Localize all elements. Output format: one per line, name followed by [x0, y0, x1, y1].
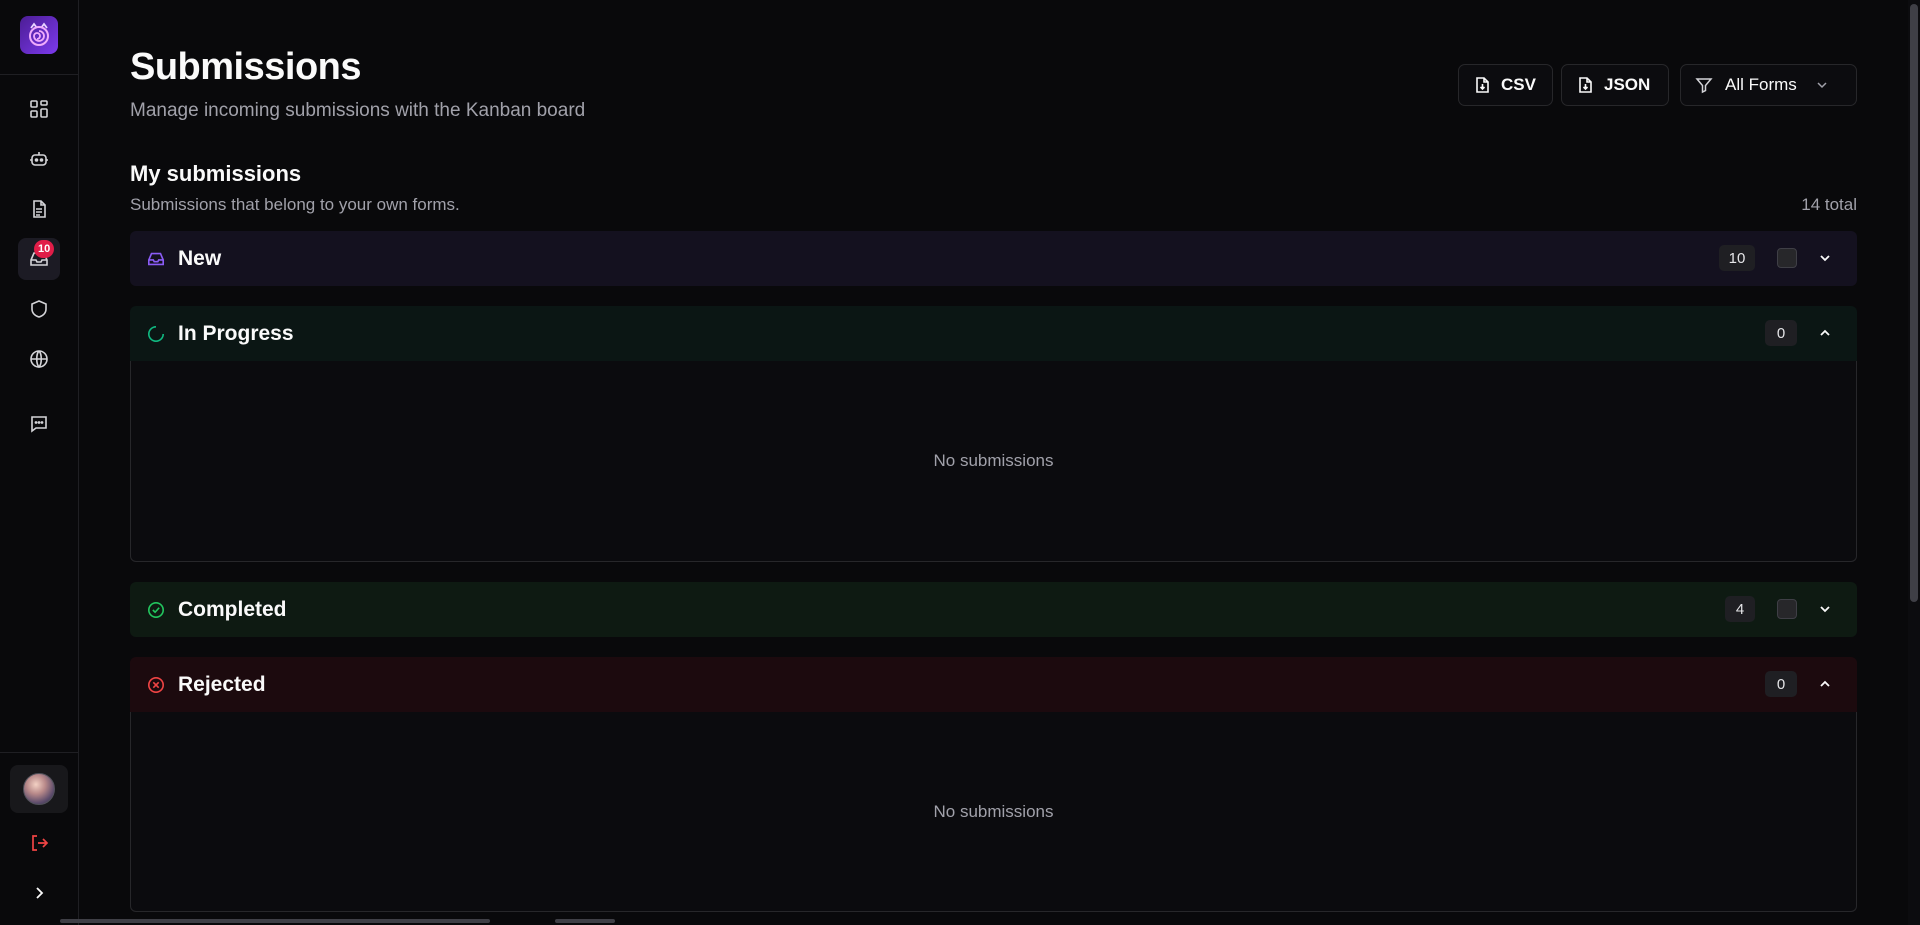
- export-json-label: JSON: [1604, 75, 1651, 94]
- group-label: Rejected: [178, 672, 266, 696]
- sidebar-item-submissions[interactable]: 10: [18, 238, 60, 280]
- sidebar-item-dashboard[interactable]: [18, 88, 60, 130]
- group-rejected-body: No submissions: [130, 712, 1857, 912]
- select-all-checkbox[interactable]: [1777, 599, 1797, 619]
- export-json-button[interactable]: JSON: [1561, 64, 1669, 106]
- bot-icon: [30, 152, 48, 166]
- sidebar-item-bots[interactable]: [18, 138, 60, 180]
- group-label: Completed: [178, 597, 287, 621]
- section-subtitle: Submissions that belong to your own form…: [130, 195, 460, 214]
- chevron-up-icon: [1820, 680, 1830, 687]
- file-download-icon: [1579, 77, 1592, 93]
- scroll-thumb[interactable]: [1910, 4, 1918, 602]
- sidebar: 10: [0, 0, 79, 925]
- group-label: New: [178, 246, 222, 270]
- loader-icon: [146, 324, 166, 344]
- sidebar-item-forms[interactable]: [18, 188, 60, 230]
- chat-icon: [31, 416, 47, 433]
- horizontal-scrollbar-segment[interactable]: [555, 919, 615, 923]
- empty-state: No submissions: [933, 451, 1054, 470]
- expand-toggle[interactable]: [1814, 247, 1836, 269]
- sidebar-divider: [0, 74, 79, 75]
- group-rejected-header[interactable]: Rejected 0: [130, 657, 1857, 712]
- export-csv-button[interactable]: CSV: [1458, 64, 1553, 106]
- count-badge: 4: [1725, 596, 1755, 622]
- sidebar-divider: [0, 752, 79, 753]
- total-count: 14 total: [1801, 195, 1857, 214]
- chevron-down-icon: [1820, 255, 1830, 262]
- file-download-icon: [1476, 77, 1489, 93]
- chevron-up-icon: [1820, 329, 1830, 336]
- group-label: In Progress: [178, 321, 294, 345]
- select-all-checkbox[interactable]: [1777, 248, 1797, 268]
- logout-icon: [32, 835, 49, 851]
- avatar: [23, 773, 55, 805]
- count-badge: 0: [1765, 320, 1797, 346]
- page-subtitle: Manage incoming submissions with the Kan…: [130, 100, 586, 121]
- collapse-toggle[interactable]: [1814, 673, 1836, 695]
- logout-button[interactable]: [18, 822, 60, 864]
- sidebar-item-security[interactable]: [18, 288, 60, 330]
- collapse-toggle[interactable]: [1814, 322, 1836, 344]
- page-title: Submissions: [130, 46, 362, 88]
- group-in-progress-body: No submissions: [130, 361, 1857, 562]
- empty-state: No submissions: [933, 801, 1054, 821]
- vertical-scrollbar[interactable]: [1908, 0, 1920, 925]
- group-in-progress-header[interactable]: In Progress 0: [130, 306, 1857, 361]
- group-new-header[interactable]: New 10: [130, 231, 1857, 286]
- section-title: My submissions: [130, 161, 302, 186]
- x-circle-icon: [146, 675, 166, 695]
- sidebar-expand-button[interactable]: [18, 872, 60, 914]
- chevron-down-icon: [1817, 82, 1827, 89]
- group-completed-header[interactable]: Completed 4: [130, 582, 1857, 637]
- globe-icon: [30, 350, 48, 369]
- filter-icon: [1695, 78, 1713, 94]
- cat-logo-icon: [29, 22, 49, 46]
- count-badge: 10: [1719, 245, 1755, 271]
- export-csv-label: CSV: [1501, 75, 1536, 94]
- user-menu[interactable]: [10, 765, 68, 813]
- inbox-icon: [146, 249, 166, 269]
- check-circle-icon: [146, 600, 166, 620]
- horizontal-scrollbar[interactable]: [60, 919, 490, 923]
- notification-badge: 10: [34, 240, 55, 258]
- chevron-right-icon: [36, 887, 44, 899]
- form-filter-select[interactable]: All Forms: [1680, 64, 1857, 106]
- app-logo[interactable]: [20, 16, 58, 54]
- sidebar-item-chat[interactable]: [18, 403, 60, 445]
- shield-icon: [31, 300, 47, 318]
- count-badge: 0: [1765, 671, 1797, 697]
- sidebar-item-domains[interactable]: [18, 338, 60, 380]
- document-icon: [33, 200, 46, 218]
- expand-toggle[interactable]: [1814, 598, 1836, 620]
- dashboard-icon: [30, 100, 48, 118]
- form-filter-label: All Forms: [1725, 75, 1797, 94]
- chevron-down-icon: [1820, 606, 1830, 613]
